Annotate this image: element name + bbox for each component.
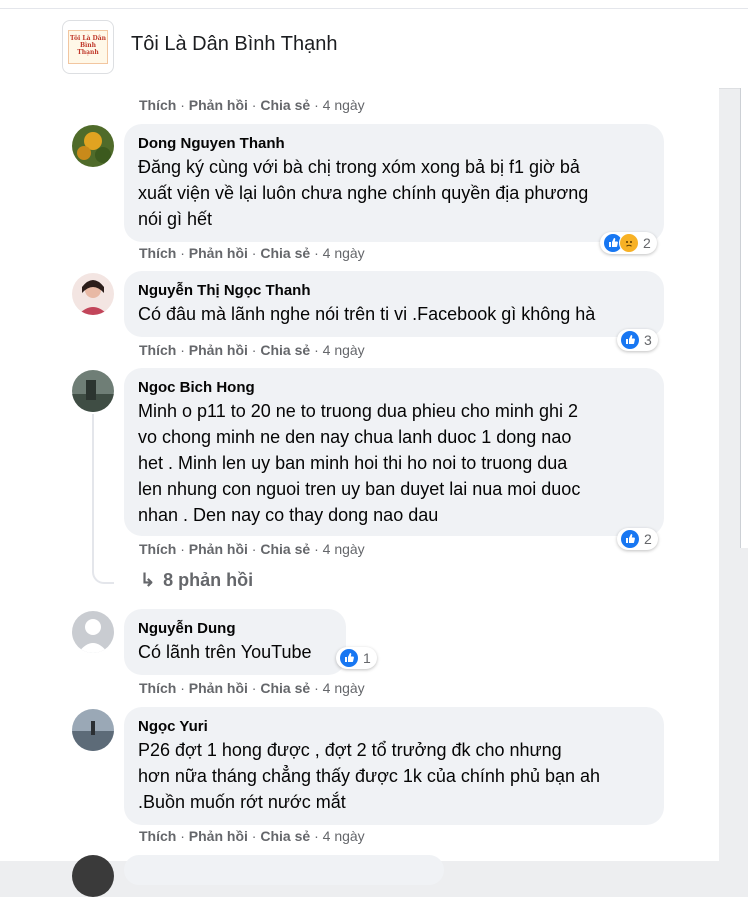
comment-time[interactable]: 4 ngày <box>323 680 365 696</box>
avatar-image <box>72 273 114 315</box>
reaction-count: 1 <box>363 650 371 666</box>
comment-text-line: het . Minh len uy ban minh hoi thi ho no… <box>138 453 568 473</box>
comment-actions: Thích · Phản hồi · Chia sẻ · 4 ngày <box>139 245 365 261</box>
reply-link[interactable]: Phản hồi <box>189 97 248 113</box>
comment-text-line: len nhung con nguoi tren uy ban duyet la… <box>138 479 581 499</box>
sad-reaction-icon <box>619 233 639 253</box>
replies-count-label: 8 phản hồi <box>163 570 254 590</box>
avatar[interactable] <box>72 611 114 653</box>
default-avatar-icon <box>72 611 114 653</box>
reply-link[interactable]: Phản hồi <box>189 541 248 557</box>
share-link[interactable]: Chia sẻ <box>260 680 310 696</box>
share-link[interactable]: Chia sẻ <box>260 342 310 358</box>
comment-bubble: Ngoc Bich Hong Minh o p11 to 20 ne to tr… <box>124 368 664 536</box>
reaction-summary[interactable]: 1 <box>336 647 377 669</box>
comment-text-line: Có lãnh trên YouTube <box>138 642 312 662</box>
avatar[interactable] <box>72 709 114 751</box>
avatar-image <box>72 709 114 751</box>
like-link[interactable]: Thích <box>139 828 176 844</box>
group-logo[interactable]: Tôi Là Dân Bình Thạnh <box>62 20 114 74</box>
comment-actions: Thích · Phản hồi · Chia sẻ · 4 ngày <box>139 342 365 358</box>
share-link[interactable]: Chia sẻ <box>260 245 310 261</box>
avatar-image <box>72 125 114 167</box>
reaction-summary[interactable]: 3 <box>617 329 658 351</box>
comment-text-line: vo chong minh ne den nay chua lanh duoc … <box>138 427 572 447</box>
like-link[interactable]: Thích <box>139 541 176 557</box>
avatar[interactable] <box>72 125 114 167</box>
comment-bubble: Dong Nguyen Thanh Đăng ký cùng với bà ch… <box>124 124 664 242</box>
comment-text-line: nhan . Den nay co thay dong nao dau <box>138 505 439 525</box>
reply-thread-line <box>92 414 114 584</box>
comment-bubble <box>124 855 444 885</box>
comment-actions: Thích · Phản hồi · Chia sẻ · 4 ngày <box>139 541 365 557</box>
comment-text-line: Minh o p11 to 20 ne to truong dua phieu … <box>138 401 578 421</box>
comment-time[interactable]: 4 ngày <box>323 541 365 557</box>
comment-text-line: hơn nữa tháng chẳng thấy được 1k của chí… <box>138 766 601 786</box>
comment-author[interactable]: Ngoc Bich Hong <box>138 378 650 398</box>
comment-author[interactable]: Ngọc Yuri <box>138 717 650 737</box>
reply-link[interactable]: Phản hồi <box>189 680 248 696</box>
comment-actions: Thích · Phản hồi · Chia sẻ · 4 ngày <box>139 97 365 113</box>
like-reaction-icon <box>620 330 640 350</box>
like-link[interactable]: Thích <box>139 245 176 261</box>
like-reaction-icon <box>620 529 640 549</box>
like-link[interactable]: Thích <box>139 97 176 113</box>
reply-arrow-icon: ↳ <box>140 570 156 590</box>
comment-actions: Thích · Phản hồi · Chia sẻ · 4 ngày <box>139 680 365 696</box>
avatar[interactable] <box>72 855 114 897</box>
comment-author[interactable]: Nguyễn Dung <box>138 619 332 639</box>
comment-bubble: Nguyễn Dung Có lãnh trên YouTube <box>124 609 346 675</box>
reaction-count: 3 <box>644 332 652 348</box>
reaction-count: 2 <box>643 235 651 251</box>
comment-author[interactable]: Nguyễn Thị Ngọc Thanh <box>138 281 650 301</box>
share-link[interactable]: Chia sẻ <box>260 97 310 113</box>
like-reaction-icon <box>339 648 359 668</box>
comment-text-line: xuất viện về lại luôn chưa nghe chính qu… <box>138 183 589 203</box>
avatar-image <box>72 370 114 412</box>
share-link[interactable]: Chia sẻ <box>260 541 310 557</box>
like-link[interactable]: Thích <box>139 680 176 696</box>
comment-text-line: nói gì hết <box>138 209 213 229</box>
comment-time[interactable]: 4 ngày <box>323 245 365 261</box>
reply-link[interactable]: Phản hồi <box>189 245 248 261</box>
comment-text-line: .Buồn muốn rớt nước mắt <box>138 792 346 812</box>
reply-link[interactable]: Phản hồi <box>189 342 248 358</box>
comment-bubble: Nguyễn Thị Ngọc Thanh Có đâu mà lãnh ngh… <box>124 271 664 337</box>
reaction-summary[interactable]: 2 <box>600 232 657 254</box>
group-logo-image: Tôi Là Dân Bình Thạnh <box>68 30 108 64</box>
top-divider <box>0 8 748 9</box>
avatar-image <box>72 855 114 897</box>
comment-actions: Thích · Phản hồi · Chia sẻ · 4 ngày <box>139 828 365 844</box>
like-link[interactable]: Thích <box>139 342 176 358</box>
reaction-summary[interactable]: 2 <box>617 528 658 550</box>
scrollbar[interactable] <box>740 88 748 548</box>
comment-time[interactable]: 4 ngày <box>323 342 365 358</box>
reaction-count: 2 <box>644 531 652 547</box>
avatar[interactable] <box>72 370 114 412</box>
view-replies-link[interactable]: ↳ 8 phản hồi <box>140 570 253 591</box>
comment-author[interactable]: Dong Nguyen Thanh <box>138 134 650 154</box>
comment-text-line: P26 đợt 1 hong được , đợt 2 tổ trưởng đk… <box>138 740 562 760</box>
comment-text-line: Đăng ký cùng với bà chị trong xóm xong b… <box>138 157 580 177</box>
comment-text-line: Có đâu mà lãnh nghe nói trên ti vi .Face… <box>138 304 596 324</box>
group-name[interactable]: Tôi Là Dân Bình Thạnh <box>131 33 337 56</box>
share-link[interactable]: Chia sẻ <box>260 828 310 844</box>
comment-time[interactable]: 4 ngày <box>323 97 365 113</box>
avatar[interactable] <box>72 273 114 315</box>
comment-time[interactable]: 4 ngày <box>323 828 365 844</box>
comment-bubble: Ngọc Yuri P26 đợt 1 hong được , đợt 2 tổ… <box>124 707 664 825</box>
group-header: Tôi Là Dân Bình Thạnh Tôi Là Dân Bình Thạ… <box>0 0 748 89</box>
reply-link[interactable]: Phản hồi <box>189 828 248 844</box>
